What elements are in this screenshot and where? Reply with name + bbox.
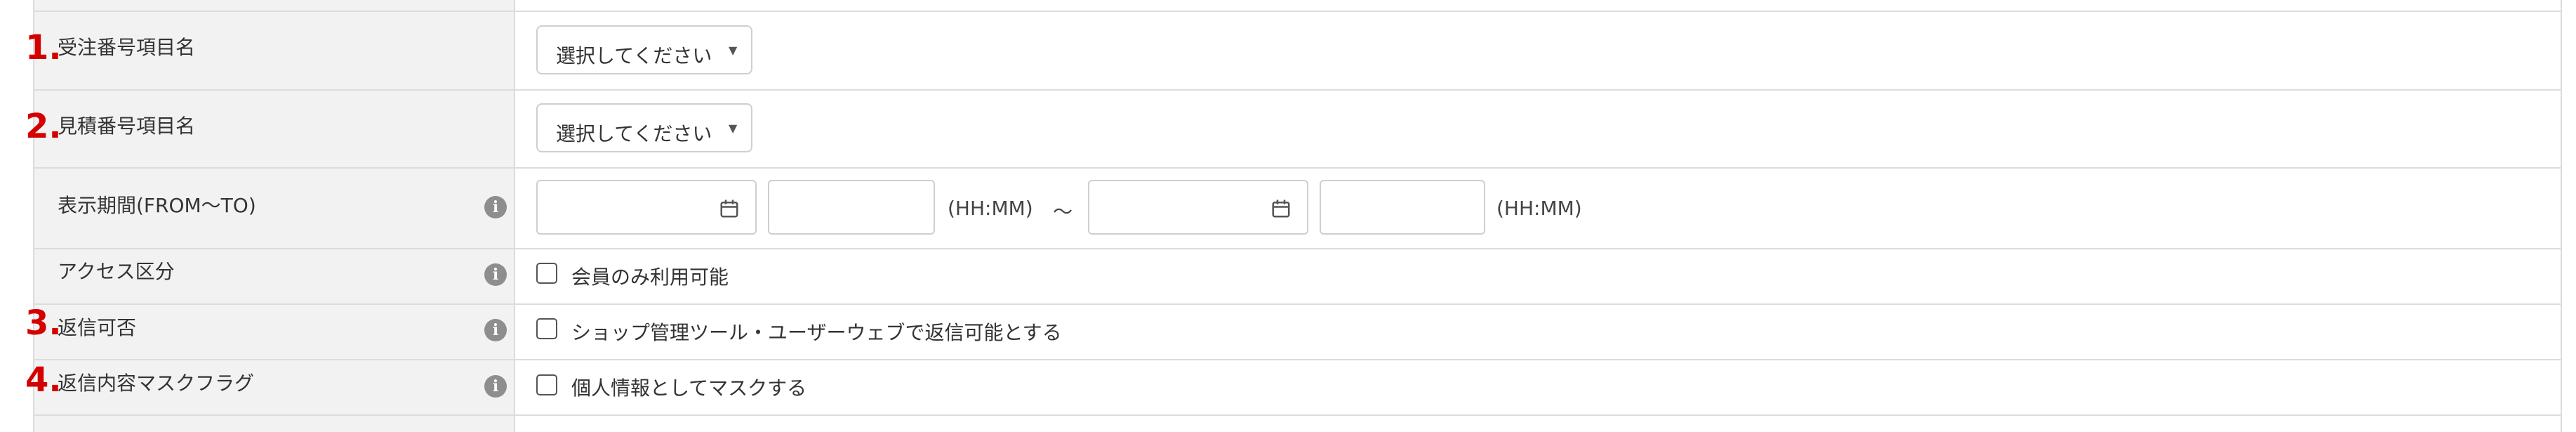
reply-allowed-label: 返信可否	[58, 316, 137, 339]
quote-number-select-value: 選択してください	[556, 122, 712, 145]
quote-number-field-label: 見積番号項目名	[58, 114, 196, 138]
annotation-marker-4: 4.	[25, 360, 62, 400]
access-type-label: アクセス区分	[58, 260, 175, 283]
to-time-input[interactable]	[1320, 180, 1485, 235]
info-circle-icon[interactable]: i	[484, 319, 507, 341]
reply-mask-checkbox-label[interactable]: 個人情報としてマスクする	[571, 373, 806, 401]
to-time-unit: (HH:MM)	[1496, 197, 1582, 220]
reply-allowed-checkbox-label[interactable]: ショップ管理ツール・ユーザーウェブで返信可能とする	[571, 318, 1062, 346]
settings-form: 1. 受注番号項目名 選択してください ▼ 2. 見積番号項目名 選択してくださ…	[0, 0, 2576, 432]
annotation-marker-3: 3.	[25, 303, 62, 343]
caret-down-icon: ▼	[729, 122, 738, 135]
annotation-marker-2: 2.	[25, 107, 62, 146]
annotation-marker-1: 1.	[25, 28, 62, 67]
display-period-label: 表示期間(FROM～TO)	[58, 194, 256, 217]
from-date-input[interactable]	[536, 180, 757, 235]
calendar-icon[interactable]	[1270, 198, 1292, 219]
order-number-select-value: 選択してください	[556, 44, 712, 67]
from-time-unit: (HH:MM)	[948, 197, 1033, 220]
reply-mask-checkbox[interactable]	[536, 374, 557, 395]
reply-mask-flag-label: 返信内容マスクフラグ	[58, 372, 255, 395]
info-circle-icon[interactable]: i	[484, 263, 507, 286]
reply-allowed-checkbox[interactable]	[536, 318, 557, 339]
members-only-checkbox[interactable]	[536, 263, 557, 284]
period-separator: ～	[1053, 200, 1073, 223]
quote-number-field-select[interactable]: 選択してください ▼	[536, 103, 752, 152]
members-only-checkbox-label[interactable]: 会員のみ利用可能	[571, 262, 729, 290]
info-circle-icon[interactable]: i	[484, 375, 507, 398]
caret-down-icon: ▼	[729, 44, 738, 57]
to-date-input[interactable]	[1088, 180, 1308, 235]
calendar-icon[interactable]	[719, 198, 740, 219]
order-number-field-label: 受注番号項目名	[58, 36, 196, 59]
info-circle-icon[interactable]: i	[484, 196, 507, 218]
order-number-field-select[interactable]: 選択してください ▼	[536, 25, 752, 74]
from-time-input[interactable]	[768, 180, 935, 235]
